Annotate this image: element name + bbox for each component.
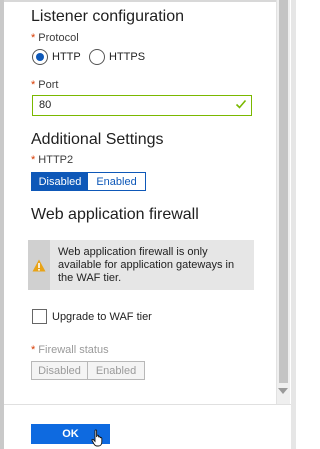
- warning-icon: [32, 259, 46, 272]
- protocol-https-radio[interactable]: [89, 49, 105, 65]
- http2-label: * HTTP2: [31, 154, 74, 166]
- scrollbar-thumb[interactable]: [279, 0, 288, 383]
- protocol-http-label[interactable]: HTTP: [52, 51, 81, 63]
- footer-divider: [4, 404, 291, 405]
- web-application-firewall-heading: Web application firewall: [31, 206, 199, 223]
- http2-toggle[interactable]: Disabled Enabled: [31, 172, 146, 191]
- vertical-scrollbar[interactable]: [276, 0, 290, 404]
- protocol-https-label[interactable]: HTTPS: [109, 51, 145, 63]
- scroll-down-arrow-icon[interactable]: [278, 388, 288, 394]
- protocol-label: * Protocol: [31, 32, 79, 44]
- additional-settings-heading: Additional Settings: [31, 131, 164, 148]
- upgrade-waf-label[interactable]: Upgrade to WAF tier: [52, 311, 152, 323]
- hand-pointer-icon: [91, 429, 103, 447]
- waf-info-text: Web application firewall is only availab…: [58, 246, 235, 284]
- port-label: * Port: [31, 79, 59, 91]
- waf-info-banner: Web application firewall is only availab…: [28, 240, 254, 290]
- http2-enabled-option[interactable]: Enabled: [88, 173, 145, 190]
- firewall-status-label: * Firewall status: [31, 344, 109, 356]
- firewall-status-toggle: Disabled Enabled: [31, 361, 145, 380]
- window-right-border: [291, 0, 296, 449]
- firewall-disabled-option: Disabled: [32, 362, 87, 379]
- firewall-enabled-option: Enabled: [87, 362, 144, 379]
- panel-top-edge: [4, 0, 276, 2]
- window-left-border: [0, 0, 4, 449]
- valid-check-icon: [235, 99, 247, 109]
- listener-configuration-heading: Listener configuration: [31, 8, 184, 25]
- http2-disabled-option[interactable]: Disabled: [32, 173, 88, 190]
- upgrade-waf-checkbox[interactable]: [32, 309, 47, 324]
- port-input-value: 80: [39, 99, 52, 111]
- port-input[interactable]: 80: [32, 95, 252, 116]
- info-banner-icon-bar: [28, 240, 50, 290]
- protocol-http-radio[interactable]: [32, 49, 48, 65]
